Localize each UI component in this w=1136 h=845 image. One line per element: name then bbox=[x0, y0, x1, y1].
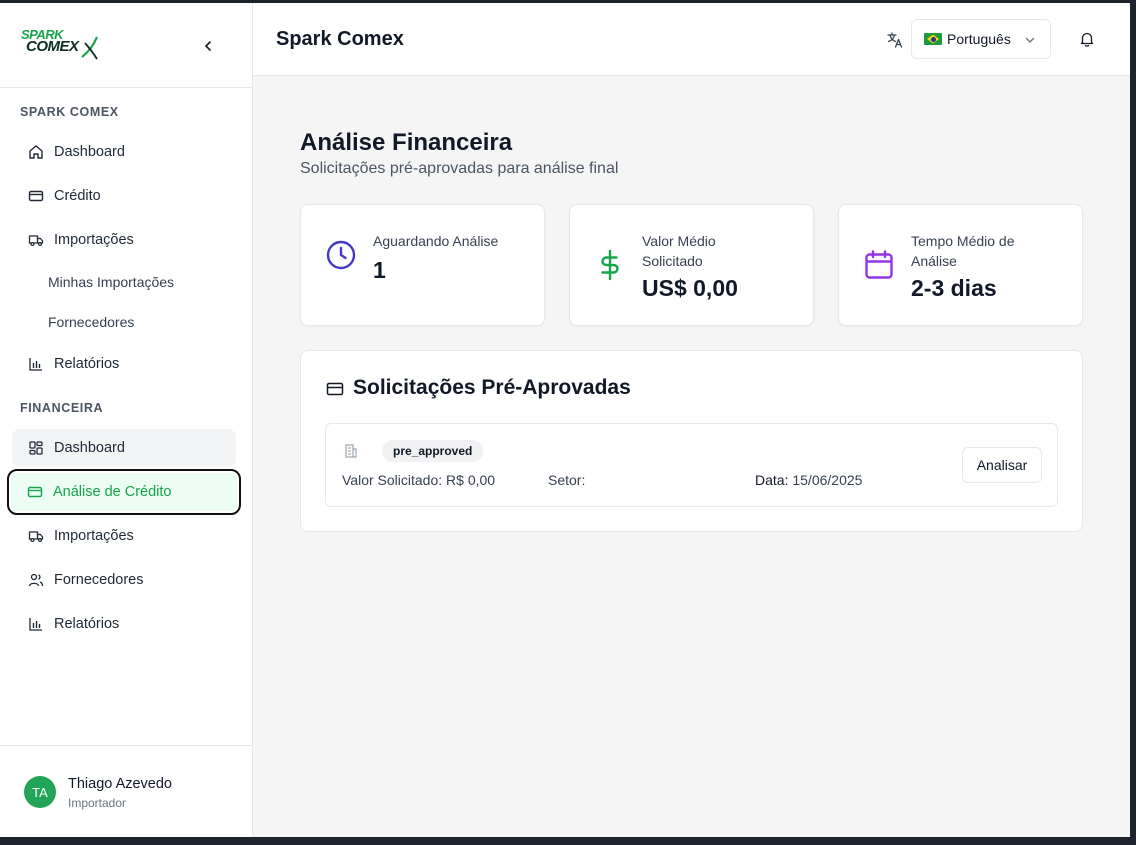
stat-label: Tempo Médio de Análise bbox=[911, 233, 1015, 269]
collapse-sidebar-button[interactable] bbox=[197, 35, 219, 57]
credit-card-icon bbox=[326, 380, 344, 403]
page-subtitle: Solicitações pré-aprovadas para análise … bbox=[300, 160, 619, 177]
stat-card-tempo-medio: Tempo Médio de Análise 2-3 dias bbox=[838, 204, 1083, 326]
section-label-spark-comex: SPARK COMEX bbox=[20, 105, 119, 119]
bar-chart-icon bbox=[27, 355, 45, 373]
app-window: SPARK COMEX SPARK COMEX Dashboard Crédit… bbox=[0, 3, 1130, 837]
list-item: pre_approved Valor Solicitado: R$ 0,00 S… bbox=[325, 423, 1058, 507]
stat-value: 1 bbox=[373, 257, 386, 283]
brazil-flag-icon bbox=[924, 33, 942, 45]
calendar-icon bbox=[863, 249, 895, 286]
sidebar-item-financeira-relatorios[interactable]: Relatórios bbox=[12, 605, 236, 643]
sidebar-item-label: Minhas Importações bbox=[48, 274, 175, 290]
sidebar-item-credito[interactable]: Crédito bbox=[12, 177, 236, 215]
sidebar-item-label: Dashboard bbox=[54, 144, 125, 160]
pre-approved-panel: Solicitações Pré-Aprovadas pre_approved … bbox=[300, 350, 1083, 532]
credit-card-icon bbox=[27, 187, 45, 205]
sidebar-item-dashboard[interactable]: Dashboard bbox=[12, 133, 236, 171]
translate-icon bbox=[886, 31, 904, 54]
stat-value: 2-3 dias bbox=[911, 275, 997, 301]
request-date-value: 15/06/2025 bbox=[792, 472, 863, 488]
sidebar-item-label: Importações bbox=[54, 232, 134, 248]
user-name: Thiago Azevedo bbox=[68, 776, 172, 792]
avatar: TA bbox=[24, 776, 56, 808]
sidebar-item-importacoes[interactable]: Importações bbox=[12, 221, 236, 259]
sidebar-item-financeira-importacoes[interactable]: Importações bbox=[12, 517, 236, 555]
page-title: Análise Financeira bbox=[300, 129, 513, 156]
sidebar-item-label: Dashboard bbox=[54, 440, 125, 456]
sidebar-item-fornecedores-sub[interactable]: Fornecedores bbox=[12, 303, 236, 341]
stat-card-valor-medio: Valor Médio Solicitado US$ 0,00 bbox=[569, 204, 814, 326]
chevron-down-icon bbox=[1025, 37, 1035, 43]
logo-swoosh-icon bbox=[81, 36, 99, 60]
requested-amount-label: Valor Solicitado: bbox=[342, 472, 443, 488]
sector-label: Setor: bbox=[548, 472, 586, 488]
sidebar: SPARK COMEX SPARK COMEX Dashboard Crédit… bbox=[0, 3, 253, 837]
status-badge: pre_approved bbox=[382, 440, 484, 462]
sidebar-item-financeira-dashboard[interactable]: Dashboard bbox=[12, 429, 236, 467]
credit-card-icon bbox=[26, 483, 44, 501]
requested-amount: Valor Solicitado: R$ 0,00 bbox=[342, 472, 495, 488]
sidebar-item-label: Fornecedores bbox=[48, 314, 135, 330]
chevron-left-icon bbox=[205, 41, 211, 51]
truck-icon bbox=[27, 527, 45, 545]
spark-comex-logo[interactable]: SPARK COMEX bbox=[20, 27, 102, 63]
sidebar-item-label: Relatórios bbox=[54, 356, 120, 372]
stat-label: Valor Médio Solicitado bbox=[642, 233, 716, 269]
building-icon bbox=[343, 443, 359, 464]
sidebar-header: SPARK COMEX bbox=[0, 3, 252, 88]
stat-value: US$ 0,00 bbox=[642, 275, 738, 301]
sidebar-item-label: Crédito bbox=[54, 188, 101, 204]
clock-icon bbox=[325, 239, 357, 276]
panel-title: Solicitações Pré-Aprovadas bbox=[353, 376, 631, 399]
sidebar-item-label: Fornecedores bbox=[54, 572, 144, 588]
analyze-button[interactable]: Analisar bbox=[962, 447, 1042, 483]
sidebar-item-financeira-fornecedores[interactable]: Fornecedores bbox=[12, 561, 236, 599]
sidebar-item-label: Análise de Crédito bbox=[53, 484, 172, 500]
user-role: Importador bbox=[68, 796, 127, 810]
grid-icon bbox=[27, 439, 45, 457]
sidebar-item-label: Relatórios bbox=[54, 616, 120, 632]
request-date: Data: 15/06/2025 bbox=[755, 472, 862, 488]
users-icon bbox=[27, 571, 45, 589]
home-icon bbox=[27, 143, 45, 161]
sidebar-item-analise-de-credito[interactable]: Análise de Crédito bbox=[7, 469, 241, 515]
dollar-icon bbox=[594, 249, 626, 286]
section-label-financeira: FINANCEIRA bbox=[20, 401, 104, 415]
stat-label: Aguardando Análise bbox=[373, 233, 499, 249]
sector: Setor: bbox=[548, 472, 585, 488]
truck-icon bbox=[27, 231, 45, 249]
user-profile[interactable]: TA Thiago Azevedo Importador bbox=[0, 745, 252, 837]
top-header: Spark Comex Português bbox=[253, 3, 1130, 76]
requested-amount-value: R$ 0,00 bbox=[446, 472, 496, 488]
language-select[interactable]: Português bbox=[911, 19, 1051, 59]
sidebar-item-minhas-importacoes[interactable]: Minhas Importações bbox=[12, 263, 236, 301]
notifications-bell-icon[interactable] bbox=[1078, 30, 1096, 53]
sidebar-item-relatorios[interactable]: Relatórios bbox=[12, 345, 236, 383]
app-title: Spark Comex bbox=[276, 28, 404, 50]
language-label: Português bbox=[947, 31, 1011, 47]
sidebar-item-label: Importações bbox=[54, 528, 134, 544]
bar-chart-icon bbox=[27, 615, 45, 633]
stat-card-aguardando: Aguardando Análise 1 bbox=[300, 204, 545, 326]
request-date-label: Data: bbox=[755, 472, 789, 488]
